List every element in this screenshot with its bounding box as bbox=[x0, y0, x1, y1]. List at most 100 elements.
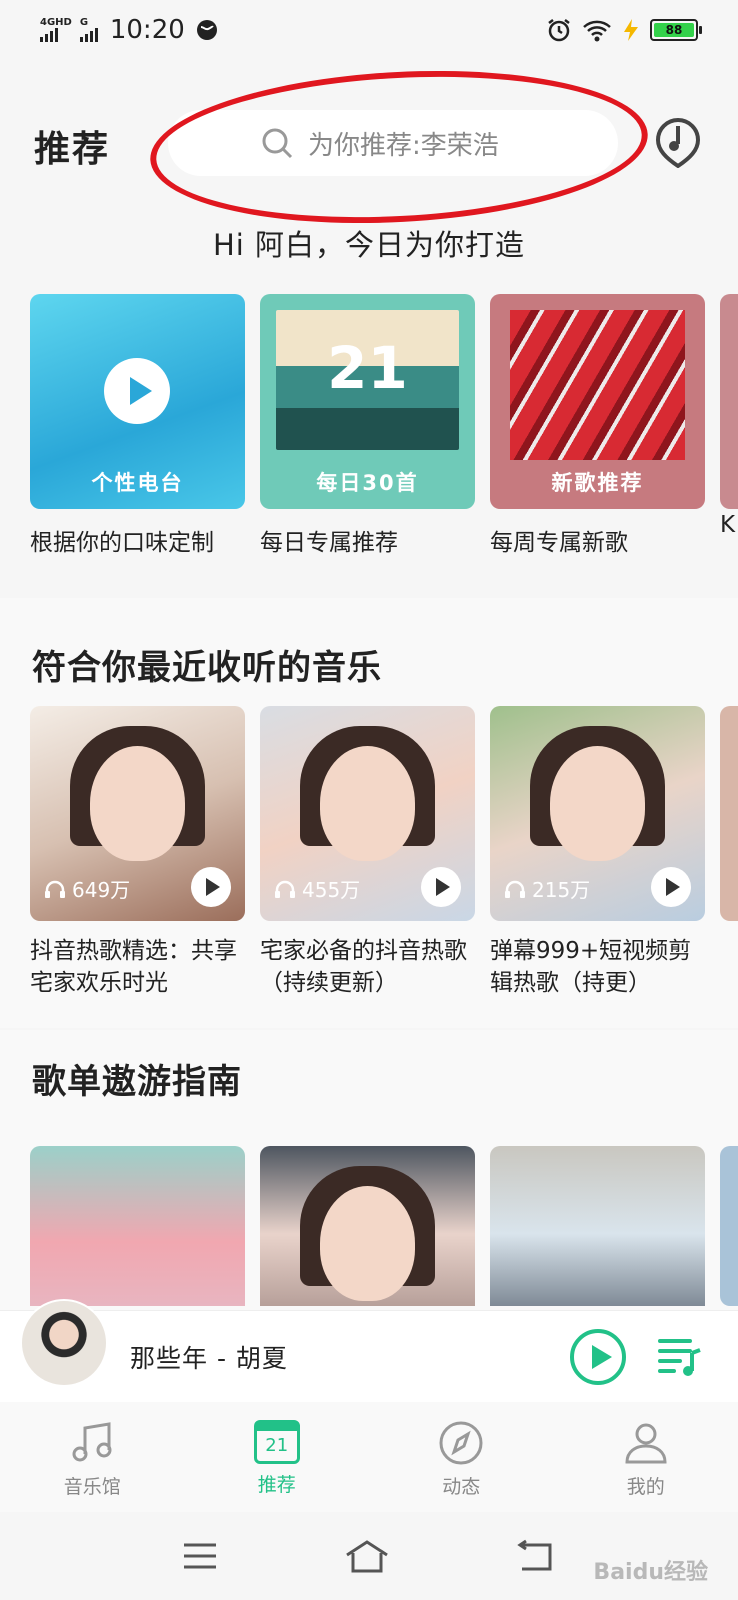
play-count-text: 215万 bbox=[532, 878, 591, 902]
status-bar: 4GHD G 10:20 88 bbox=[0, 0, 738, 60]
tab-label: 动态 bbox=[442, 1476, 481, 1498]
playlist-card[interactable]: 649万 抖音热歌精选：共享宅家欢乐时光 bbox=[30, 706, 245, 999]
next-card-peek[interactable] bbox=[720, 1146, 738, 1306]
search-icon bbox=[262, 128, 293, 159]
tab-recommend[interactable]: 21 推荐 bbox=[185, 1402, 370, 1512]
playlist-card[interactable]: 455万 宅家必备的抖音热歌（持续更新） bbox=[260, 706, 475, 999]
play-count: 649万 bbox=[44, 874, 130, 903]
cover-photo-face bbox=[90, 746, 185, 861]
playlist-cover[interactable]: 215万 bbox=[490, 706, 705, 921]
section-title: 符合你最近收听的音乐 bbox=[32, 648, 382, 688]
playlist-cover[interactable] bbox=[260, 1146, 475, 1306]
playlist-title: 宅家必备的抖音热歌（持续更新） bbox=[260, 938, 467, 996]
next-card-peek[interactable] bbox=[720, 294, 738, 509]
tab-mine[interactable]: 我的 bbox=[554, 1402, 738, 1512]
card-cover[interactable]: 21 每日30首 bbox=[260, 294, 475, 509]
play-count-text: 455万 bbox=[302, 878, 361, 902]
date-number: 21 bbox=[327, 334, 408, 402]
play-icon[interactable] bbox=[651, 867, 691, 907]
card-caption: 根据你的口味定制 bbox=[30, 530, 214, 556]
album-art[interactable] bbox=[20, 1299, 108, 1387]
new-songs-card[interactable]: 新歌推荐 每周专属新歌 bbox=[490, 294, 705, 557]
playlist-cover[interactable] bbox=[490, 1146, 705, 1306]
play-count: 215万 bbox=[504, 874, 590, 903]
greeting-text: Hi 阿白，今日为你打造 bbox=[212, 228, 526, 262]
headphones-icon bbox=[275, 880, 295, 898]
tab-feed[interactable]: 动态 bbox=[369, 1402, 554, 1512]
play-count-text: 649万 bbox=[72, 878, 131, 902]
watermark: Baidu经验 bbox=[593, 1560, 708, 1585]
card-cover[interactable]: 新歌推荐 bbox=[490, 294, 705, 509]
calendar-icon: 21 bbox=[253, 1420, 300, 1464]
playlist-cover[interactable] bbox=[30, 1146, 245, 1306]
daily-30-card[interactable]: 21 每日30首 每日专属推荐 bbox=[260, 294, 475, 557]
person-icon bbox=[625, 1423, 667, 1464]
signal-indicator-2: G bbox=[79, 17, 98, 42]
playlist-cover[interactable]: 455万 bbox=[260, 706, 475, 921]
playlist-row: 649万 抖音热歌精选：共享宅家欢乐时光 455万 宅家必备的抖音热歌（持续更新… bbox=[30, 706, 705, 999]
card-caption: 每日专属推荐 bbox=[260, 530, 398, 556]
play-icon[interactable] bbox=[421, 867, 461, 907]
playlist-card[interactable] bbox=[260, 1146, 475, 1306]
tab-label: 我的 bbox=[626, 1476, 665, 1498]
battery-level: 88 bbox=[654, 23, 694, 37]
playlist-card[interactable] bbox=[30, 1146, 245, 1306]
bottom-tab-bar: 音乐馆 21 推荐 动态 我的 bbox=[0, 1402, 738, 1512]
playlist-title: 抖音热歌精选：共享宅家欢乐时光 bbox=[30, 938, 237, 996]
battery-icon: 88 bbox=[650, 19, 702, 41]
tab-music-hall[interactable]: 音乐馆 bbox=[0, 1402, 185, 1512]
mini-player[interactable]: 那些年 - 胡夏 bbox=[0, 1299, 738, 1402]
playlist-title: 弹幕999+短视频剪辑热歌（持更） bbox=[490, 938, 692, 996]
cover-label: 个性电台 bbox=[91, 471, 184, 495]
music-recognition-icon[interactable] bbox=[654, 118, 702, 168]
calendar-number: 21 bbox=[265, 1434, 289, 1456]
music-note-icon bbox=[72, 1422, 112, 1462]
cover-label: 新歌推荐 bbox=[551, 471, 644, 495]
tab-label: 音乐馆 bbox=[63, 1476, 121, 1498]
next-card-peek[interactable] bbox=[720, 706, 738, 921]
signal-indicator-1: 4GHD bbox=[40, 18, 72, 42]
playlist-card[interactable] bbox=[490, 1146, 705, 1306]
daily-cards-row: 个性电台 根据你的口味定制 21 每日30首 每日专属推荐 新歌推荐 每周专属新… bbox=[30, 294, 705, 557]
cover-label: 每日30首 bbox=[316, 471, 419, 495]
personal-radio-card[interactable]: 个性电台 根据你的口味定制 bbox=[30, 294, 245, 557]
play-icon[interactable] bbox=[191, 867, 231, 907]
playlist-cover[interactable]: 649万 bbox=[30, 706, 245, 921]
menu-icon[interactable] bbox=[182, 1541, 218, 1571]
signal-bars-icon bbox=[40, 28, 72, 42]
charging-icon bbox=[624, 19, 638, 41]
now-playing-title[interactable]: 那些年 - 胡夏 bbox=[130, 1339, 288, 1375]
back-icon[interactable] bbox=[516, 1539, 556, 1573]
card-caption: 每周专属新歌 bbox=[490, 530, 628, 556]
page-title: 推荐 bbox=[34, 129, 111, 170]
playlist-icon[interactable] bbox=[656, 1333, 702, 1379]
tab-label: 推荐 bbox=[257, 1474, 296, 1496]
playlist-card[interactable]: 215万 弹幕999+短视频剪辑热歌（持更） bbox=[490, 706, 705, 999]
headphones-icon bbox=[45, 880, 65, 898]
cover-photo-face bbox=[320, 1186, 415, 1301]
header: 推荐 为你推荐:李荣浩 bbox=[0, 100, 738, 190]
cover-illustration bbox=[510, 310, 685, 460]
card-cover[interactable]: 个性电台 bbox=[30, 294, 245, 509]
peek-caption: K bbox=[720, 512, 736, 538]
search-bar[interactable]: 为你推荐:李荣浩 bbox=[168, 110, 618, 176]
playlist-row bbox=[30, 1146, 705, 1306]
compass-icon bbox=[439, 1421, 483, 1465]
play-button[interactable] bbox=[570, 1329, 626, 1385]
headphones-icon bbox=[505, 880, 525, 898]
recent-music-section: 符合你最近收听的音乐 649万 抖音热歌精选：共享宅家欢乐时光 455万 宅家必… bbox=[0, 598, 738, 1028]
cover-photo-face bbox=[320, 746, 415, 861]
globe-icon bbox=[196, 20, 217, 40]
section-title: 歌单遨游指南 bbox=[32, 1062, 242, 1102]
home-icon[interactable] bbox=[343, 1539, 391, 1573]
cover-photo-face bbox=[550, 746, 645, 861]
search-placeholder: 为你推荐:李荣浩 bbox=[308, 130, 499, 161]
signal-bars-icon bbox=[79, 28, 98, 42]
play-count: 455万 bbox=[274, 874, 360, 903]
wifi-icon bbox=[583, 20, 611, 42]
network-type-label-2: G bbox=[79, 17, 89, 28]
network-type-label: 4GHD bbox=[40, 17, 72, 28]
playlist-guide-section: 歌单遨游指南 bbox=[0, 1030, 738, 1310]
play-icon[interactable] bbox=[104, 358, 170, 424]
clock: 10:20 bbox=[109, 15, 185, 45]
